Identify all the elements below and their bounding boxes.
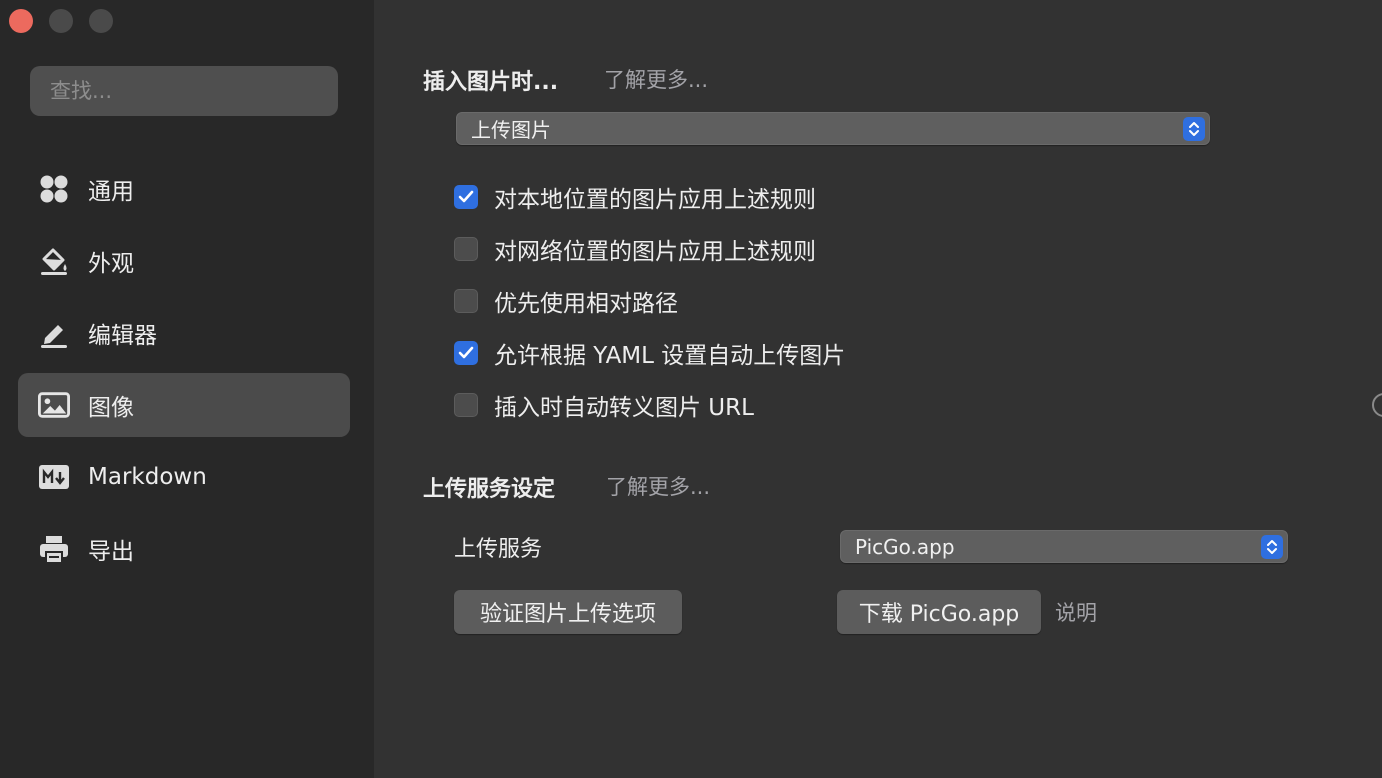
printer-icon <box>38 533 70 565</box>
sidebar-item-markdown[interactable]: Markdown <box>18 445 350 509</box>
help-link[interactable]: 说明 <box>1055 597 1097 627</box>
preferences-nav: 通用 外观 编辑器 图像 Markdown 导出 <box>18 157 350 589</box>
option-label: 对网络位置的图片应用上述规则 <box>494 239 816 265</box>
sidebar-item-label: 图像 <box>88 395 134 421</box>
sidebar-item-appearance[interactable]: 外观 <box>18 229 350 293</box>
checkbox-checked[interactable] <box>454 341 478 365</box>
checkbox-checked[interactable] <box>454 185 478 209</box>
verify-upload-button[interactable]: 验证图片上传选项 <box>454 590 682 634</box>
image-icon <box>38 389 70 421</box>
preferences-window: 通用 外观 <box>0 0 1382 778</box>
option-yaml-upload[interactable]: 允许根据 YAML 设置自动上传图片 <box>454 338 846 369</box>
upload-learn-more-link[interactable]: 了解更多... <box>606 471 710 501</box>
help-icon[interactable] <box>1372 393 1382 417</box>
sidebar-item-label: 编辑器 <box>88 323 157 349</box>
up-down-chevron-icon <box>1261 535 1283 559</box>
sidebar-item-label: Markdown <box>88 464 207 490</box>
markdown-icon <box>38 461 70 493</box>
sidebar-item-label: 外观 <box>88 251 134 277</box>
zoom-window-button[interactable] <box>89 9 113 33</box>
insert-section-title: 插入图片时... <box>423 70 559 95</box>
insert-learn-more-link[interactable]: 了解更多... <box>604 64 708 94</box>
option-label: 优先使用相对路径 <box>494 291 678 317</box>
upload-section-title: 上传服务设定 <box>423 477 556 502</box>
sidebar: 通用 外观 <box>0 0 374 778</box>
search-input[interactable] <box>50 79 338 103</box>
close-window-button[interactable] <box>9 9 33 33</box>
search-field[interactable] <box>30 66 338 116</box>
sidebar-item-general[interactable]: 通用 <box>18 157 350 221</box>
insert-action-select[interactable]: 上传图片 <box>456 112 1210 145</box>
sidebar-item-export[interactable]: 导出 <box>18 517 350 581</box>
option-relative-path[interactable]: 优先使用相对路径 <box>454 286 678 317</box>
option-apply-network[interactable]: 对网络位置的图片应用上述规则 <box>454 234 816 265</box>
checkbox-unchecked[interactable] <box>454 237 478 261</box>
option-label: 插入时自动转义图片 URL <box>494 395 754 421</box>
download-picgo-button[interactable]: 下载 PicGo.app <box>837 590 1041 634</box>
option-apply-local[interactable]: 对本地位置的图片应用上述规则 <box>454 182 816 213</box>
checkbox-unchecked[interactable] <box>454 393 478 417</box>
upload-service-select[interactable]: PicGo.app <box>840 530 1288 563</box>
sidebar-item-image[interactable]: 图像 <box>18 373 350 437</box>
insert-action-value: 上传图片 <box>471 118 551 142</box>
window-controls <box>9 9 113 33</box>
minimize-window-button[interactable] <box>49 9 73 33</box>
pencil-icon <box>38 317 70 349</box>
sidebar-item-editor[interactable]: 编辑器 <box>18 301 350 365</box>
up-down-chevron-icon <box>1183 117 1205 141</box>
paint-bucket-icon <box>38 245 70 277</box>
option-label: 允许根据 YAML 设置自动上传图片 <box>494 343 846 369</box>
sidebar-item-label: 通用 <box>88 179 134 205</box>
grid-icon <box>38 173 70 205</box>
option-label: 对本地位置的图片应用上述规则 <box>494 187 816 213</box>
image-settings-panel: 插入图片时... 了解更多... 上传图片 对本地位置的图片应用上述规则 对网络… <box>374 0 1382 778</box>
option-escape-url[interactable]: 插入时自动转义图片 URL <box>454 390 754 421</box>
upload-service-value: PicGo.app <box>855 534 955 559</box>
checkbox-unchecked[interactable] <box>454 289 478 313</box>
upload-service-label: 上传服务 <box>454 537 543 562</box>
sidebar-item-label: 导出 <box>88 539 134 565</box>
